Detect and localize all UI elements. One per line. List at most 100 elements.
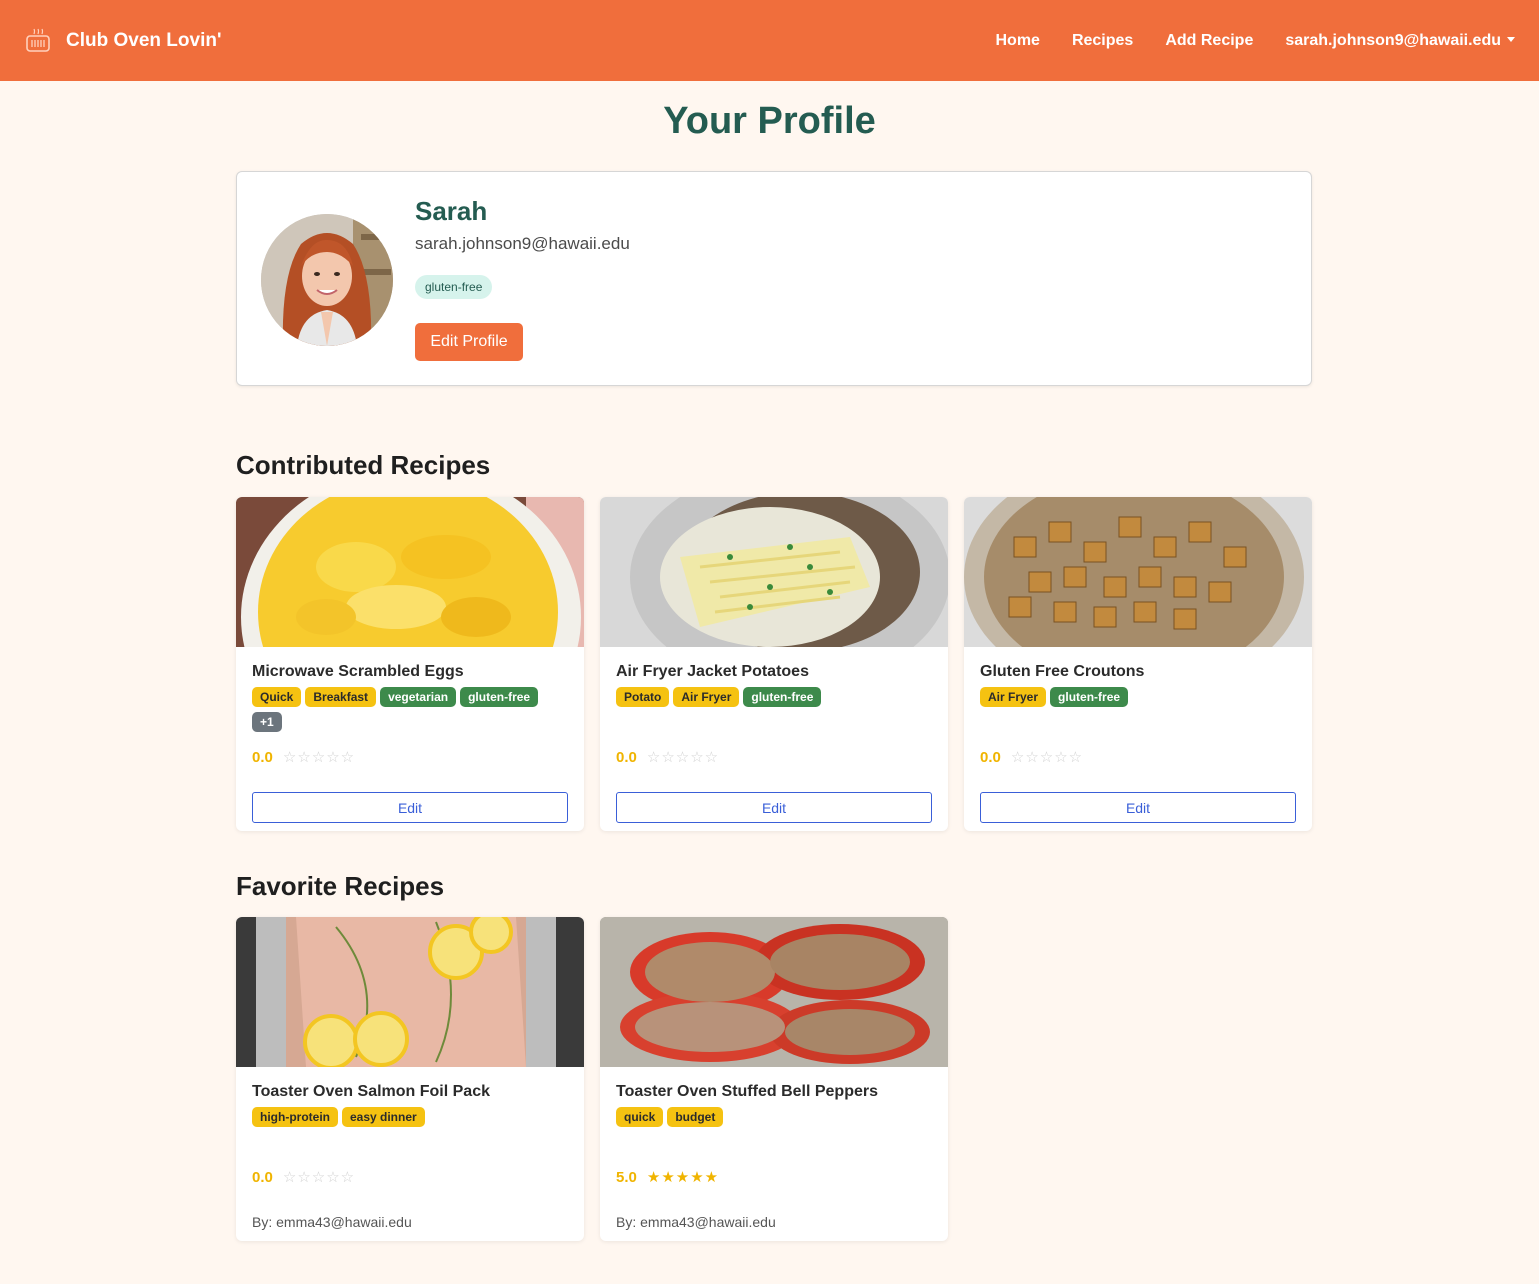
recipe-card[interactable]: Toaster Oven Salmon Foil Pack high-prote… bbox=[236, 917, 584, 1241]
navbar: Club Oven Lovin' Home Recipes Add Recipe… bbox=[0, 0, 1539, 81]
star-icon: ☆ bbox=[1039, 749, 1055, 766]
recipe-card[interactable]: Microwave Scrambled Eggs Quick Breakfast… bbox=[236, 497, 584, 831]
contributed-recipes-heading: Contributed Recipes bbox=[236, 450, 491, 480]
star-icon: ☆ bbox=[282, 1169, 298, 1186]
star-icon: ★ bbox=[704, 1169, 720, 1186]
brand-name: Club Oven Lovin' bbox=[66, 29, 222, 51]
recipe-card[interactable]: Gluten Free Croutons Air Fryer gluten-fr… bbox=[964, 497, 1312, 831]
star-icon: ☆ bbox=[661, 749, 676, 766]
edit-recipe-button[interactable]: Edit bbox=[252, 792, 568, 823]
rating-value: 0.0 bbox=[980, 748, 1001, 766]
recipe-image bbox=[600, 497, 948, 647]
star-icon: ☆ bbox=[340, 749, 356, 766]
recipe-title: Gluten Free Croutons bbox=[980, 663, 1145, 680]
nav-add-recipe[interactable]: Add Recipe bbox=[1165, 32, 1253, 50]
favorite-recipes-heading: Favorite Recipes bbox=[236, 871, 445, 901]
star-icon: ★ bbox=[675, 1169, 691, 1186]
star-rating: ★★★★★ bbox=[647, 1168, 719, 1186]
rating: 0.0 ☆☆☆☆☆ bbox=[616, 748, 719, 767]
star-icon: ☆ bbox=[1010, 749, 1026, 766]
dietary-badge: gluten-free bbox=[415, 275, 493, 299]
page-title: Your Profile bbox=[663, 100, 876, 142]
star-icon: ★ bbox=[646, 1169, 662, 1186]
star-icon: ☆ bbox=[282, 749, 298, 766]
tag-badge: easy dinner bbox=[341, 1107, 425, 1127]
tag-badge: Potato bbox=[616, 687, 670, 707]
recipe-author: By: emma43@hawaii.edu bbox=[252, 1214, 412, 1230]
card-body: Toaster Oven Stuffed Bell Peppers quick … bbox=[600, 1067, 948, 1132]
tag-badge: Air Fryer bbox=[673, 687, 740, 707]
edit-recipe-button[interactable]: Edit bbox=[616, 792, 932, 823]
rating-value: 5.0 bbox=[616, 1168, 637, 1186]
star-icon: ☆ bbox=[326, 1169, 341, 1186]
star-icon: ☆ bbox=[311, 749, 327, 766]
tag-badge: gluten-free bbox=[1050, 687, 1129, 707]
card-body: Gluten Free Croutons Air Fryer gluten-fr… bbox=[964, 647, 1312, 712]
star-icon: ☆ bbox=[297, 749, 312, 766]
star-icon: ☆ bbox=[704, 749, 720, 766]
recipe-card[interactable]: Toaster Oven Stuffed Bell Peppers quick … bbox=[600, 917, 948, 1241]
rating: 0.0 ☆☆☆☆☆ bbox=[980, 748, 1083, 767]
tag-badge: budget bbox=[667, 1107, 724, 1127]
recipe-tags: Air Fryer gluten-free bbox=[980, 687, 1290, 712]
avatar bbox=[261, 214, 393, 346]
card-body: Microwave Scrambled Eggs Quick Breakfast… bbox=[236, 647, 584, 737]
nav-links: Home Recipes Add Recipe sarah.johnson9@h… bbox=[964, 32, 1516, 50]
rating: 5.0 ★★★★★ bbox=[616, 1168, 719, 1187]
tag-badge: gluten-free bbox=[743, 687, 822, 707]
star-icon: ★ bbox=[690, 1169, 705, 1186]
toaster-oven-icon bbox=[24, 27, 52, 55]
recipe-title: Air Fryer Jacket Potatoes bbox=[616, 663, 809, 680]
star-icon: ☆ bbox=[326, 749, 341, 766]
edit-profile-button[interactable]: Edit Profile bbox=[415, 323, 523, 361]
recipe-image bbox=[236, 497, 584, 647]
profile-name: Sarah bbox=[415, 196, 488, 226]
star-icon: ☆ bbox=[646, 749, 662, 766]
star-icon: ☆ bbox=[1068, 749, 1084, 766]
profile-card: Sarah sarah.johnson9@hawaii.edu gluten-f… bbox=[236, 171, 1312, 386]
star-icon: ☆ bbox=[311, 1169, 327, 1186]
user-menu-dropdown[interactable]: sarah.johnson9@hawaii.edu bbox=[1285, 32, 1515, 50]
brand[interactable]: Club Oven Lovin' bbox=[24, 27, 221, 55]
recipe-image bbox=[600, 917, 948, 1067]
tag-badge: gluten-free bbox=[460, 687, 539, 707]
edit-recipe-button[interactable]: Edit bbox=[980, 792, 1296, 823]
rating: 0.0 ☆☆☆☆☆ bbox=[252, 1168, 355, 1187]
recipe-card[interactable]: Air Fryer Jacket Potatoes Potato Air Fry… bbox=[600, 497, 948, 831]
tag-badge: Quick bbox=[252, 687, 302, 707]
star-rating: ☆☆☆☆☆ bbox=[283, 748, 355, 766]
star-icon: ☆ bbox=[690, 749, 705, 766]
rating-value: 0.0 bbox=[252, 1168, 273, 1186]
recipe-image bbox=[236, 917, 584, 1067]
tag-badge: Breakfast bbox=[305, 687, 377, 707]
nav-home[interactable]: Home bbox=[996, 32, 1040, 50]
card-body: Toaster Oven Salmon Foil Pack high-prote… bbox=[236, 1067, 584, 1132]
recipe-image bbox=[964, 497, 1312, 647]
star-icon: ☆ bbox=[675, 749, 691, 766]
tag-badge: vegetarian bbox=[380, 687, 457, 707]
recipe-author: By: emma43@hawaii.edu bbox=[616, 1214, 776, 1230]
tag-badge: Air Fryer bbox=[980, 687, 1047, 707]
recipe-tags: high-protein easy dinner bbox=[252, 1107, 562, 1132]
recipe-title: Toaster Oven Salmon Foil Pack bbox=[252, 1083, 490, 1100]
card-body: Air Fryer Jacket Potatoes Potato Air Fry… bbox=[600, 647, 948, 712]
star-icon: ☆ bbox=[340, 1169, 356, 1186]
recipe-tags: quick budget bbox=[616, 1107, 926, 1132]
nav-recipes[interactable]: Recipes bbox=[1072, 32, 1133, 50]
recipe-tags: Potato Air Fryer gluten-free bbox=[616, 687, 926, 712]
star-rating: ☆☆☆☆☆ bbox=[1011, 748, 1083, 766]
tag-badge: quick bbox=[616, 1107, 664, 1127]
star-icon: ☆ bbox=[1054, 749, 1069, 766]
recipe-tags: Quick Breakfast vegetarian gluten-free +… bbox=[252, 687, 562, 737]
rating-value: 0.0 bbox=[252, 748, 273, 766]
star-icon: ★ bbox=[661, 1169, 676, 1186]
tag-badge: high-protein bbox=[252, 1107, 338, 1127]
recipe-title: Microwave Scrambled Eggs bbox=[252, 663, 464, 680]
star-rating: ☆☆☆☆☆ bbox=[283, 1168, 355, 1186]
profile-email: sarah.johnson9@hawaii.edu bbox=[415, 234, 630, 253]
rating-value: 0.0 bbox=[616, 748, 637, 766]
star-rating: ☆☆☆☆☆ bbox=[647, 748, 719, 766]
more-tags-badge: +1 bbox=[252, 712, 282, 732]
rating: 0.0 ☆☆☆☆☆ bbox=[252, 748, 355, 767]
star-icon: ☆ bbox=[297, 1169, 312, 1186]
